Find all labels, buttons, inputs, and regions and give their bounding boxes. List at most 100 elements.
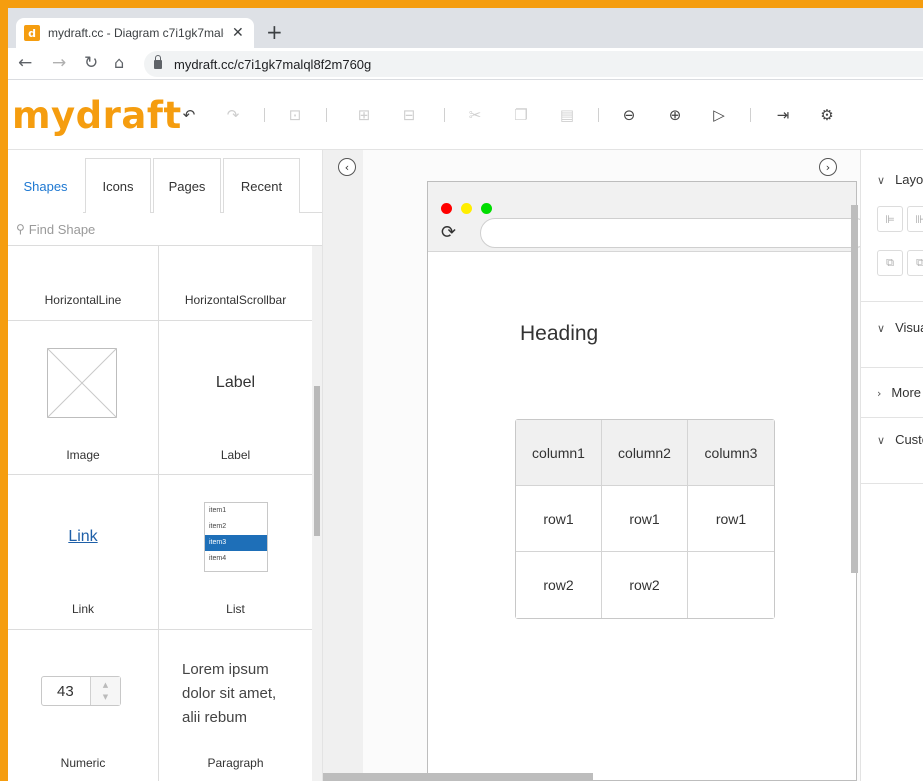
numeric-preview: 43 ▲ ▼ [41,676,121,706]
scrollbar-thumb[interactable] [314,386,320,536]
list-preview-item: item2 [209,523,227,530]
table-header-row: column1 column2 column3 [516,420,774,486]
list-preview-item: item1 [209,507,227,514]
close-dot-icon [441,203,452,214]
table-cell [688,552,774,618]
image-placeholder-icon [47,348,117,418]
shape-link[interactable]: Link Link [8,475,159,630]
new-tab-icon[interactable]: + [266,20,283,44]
toolbar-divider [264,108,265,122]
tab-icons[interactable]: Icons [85,158,151,213]
section-header-custom[interactable]: ∨ Custom [877,432,923,447]
browser-tab[interactable]: d mydraft.cc - Diagram c7i1gk7malql8f2m7… [16,18,254,48]
shape-label: Image [66,448,100,462]
browser-toolbar: ← → ↻ ⌂ mydraft.cc/c7i1gk7malql8f2m760g [8,48,923,80]
find-shape-placeholder: Find Shape [28,221,96,237]
home-icon[interactable]: ⌂ [114,53,124,72]
chevron-down-icon: ∨ [877,174,886,187]
mockup-address-bar [480,218,870,248]
table-row: row2 row2 [516,552,774,618]
back-icon[interactable]: ← [18,53,32,73]
minimize-dot-icon [461,203,472,214]
mockup-titlebar: ⟳ [428,182,870,252]
table-header-cell: column3 [688,420,774,486]
align-center-icon[interactable]: ⊪ [907,206,923,232]
zoom-in-icon[interactable]: ⊕ [664,104,686,126]
section-header-layout[interactable]: ∨ Layout [877,172,923,187]
list-preview-item-selected: item3 [205,535,267,551]
shape-horizontalscrollbar[interactable]: HorizontalScrollbar [159,246,312,321]
reload-icon[interactable]: ↻ [84,53,98,73]
table-cell: row1 [516,486,602,552]
shape-label-item[interactable]: Label Label [159,321,312,475]
toolbar-divider [598,108,599,122]
tab-recent[interactable]: Recent [223,158,300,213]
send-backward-icon[interactable]: ⧉ [907,250,923,276]
properties-panel: ∨ Layout ⊫ ⊪ ⧉ ⧉ ∨ Visual › More ∨ Custom [860,150,923,781]
browser-window: d mydraft.cc - Diagram c7i1gk7malql8f2m7… [8,8,923,781]
collapse-left-panel-icon[interactable]: ‹ [338,158,356,176]
mydraft-favicon-icon: d [24,25,40,41]
address-bar[interactable]: mydraft.cc/c7i1gk7malql8f2m760g [144,51,923,77]
toolbar-divider [750,108,751,122]
canvas-vertical-scrollbar[interactable] [851,205,858,573]
section-label: Visual [895,320,923,335]
undo-icon[interactable]: ↶ [178,104,200,126]
shape-label: Numeric [60,756,106,770]
shape-label: HorizontalLine [44,293,122,307]
ungroup-icon[interactable]: ⊟ [398,104,420,126]
shape-paragraph[interactable]: Lorem ipsum dolor sit amet, alii rebum P… [159,630,312,781]
cut-icon[interactable]: ✂ [464,104,486,126]
label-preview: Label [215,374,256,391]
shape-horizontalline[interactable]: HorizontalLine [8,246,159,321]
table-cell: row2 [602,552,688,618]
paste-icon[interactable]: ▤ [556,104,578,126]
toolbar-divider [444,108,445,122]
chevron-down-icon: ∨ [877,322,886,335]
sidebar-tabs: Shapes Icons Pages Recent [8,158,322,213]
forward-icon[interactable]: → [52,53,66,73]
redo-icon[interactable]: ↷ [222,104,244,126]
group-icon[interactable]: ⊞ [353,104,375,126]
list-preview: item1 item2 item3 item4 [204,502,268,572]
zoom-out-icon[interactable]: ⊖ [618,104,640,126]
play-icon[interactable]: ▷ [708,104,730,126]
shapes-panel: Shapes Icons Pages Recent ⚲ Find Shape H… [8,150,323,781]
find-shape-input[interactable]: ⚲ Find Shape [8,213,322,246]
shapes-scrollbar[interactable] [312,246,322,781]
close-tab-icon[interactable]: ✕ [232,25,244,41]
settings-icon[interactable]: ⚙ [816,104,838,126]
chevron-down-icon: ∨ [877,434,886,447]
copy-icon[interactable]: ❐ [510,104,532,126]
list-preview-item: item4 [209,555,227,562]
table-cell: row2 [516,552,602,618]
export-icon[interactable]: ⇥ [772,104,794,126]
maximize-dot-icon [481,203,492,214]
lock-icon[interactable]: ⊡ [284,104,306,126]
shape-label: HorizontalScrollbar [184,293,287,307]
visual-section: ∨ Visual [861,302,923,368]
heading-shape[interactable]: Heading [520,322,598,346]
collapse-right-panel-icon[interactable]: › [819,158,837,176]
canvas-horizontal-scrollbar[interactable] [323,773,593,781]
section-label: More [891,385,922,400]
url-text: mydraft.cc/c7i1gk7malql8f2m760g [174,56,372,72]
shape-list[interactable]: item1 item2 item3 item4 List [159,475,312,630]
align-left-icon[interactable]: ⊫ [877,206,903,232]
section-header-visual[interactable]: ∨ Visual [877,320,923,335]
tab-pages[interactable]: Pages [153,158,221,213]
app-header: mydraft ↶ ↷ ⊡ ⊞ ⊟ ✂ ❐ ▤ ⊖ ⊕ ▷ ⇥ ⚙ [8,80,923,150]
section-label: Custom [895,432,923,447]
shape-image[interactable]: Image [8,321,159,475]
tab-shapes[interactable]: Shapes [8,158,83,213]
table-header-cell: column2 [602,420,688,486]
shape-label: Label [220,448,251,462]
table-shape[interactable]: column1 column2 column3 row1 row1 row1 r… [515,419,775,619]
browser-mockup-shape[interactable]: ⟳ Heading column1 column2 column3 row1 r… [427,181,870,781]
tab-title: mydraft.cc - Diagram c7i1gk7malql8f2m760… [48,26,224,40]
link-preview: Link [68,528,98,545]
bring-forward-icon[interactable]: ⧉ [877,250,903,276]
section-header-more[interactable]: › More [877,385,921,400]
shape-numeric[interactable]: 43 ▲ ▼ Numeric [8,630,159,781]
toolbar-divider [326,108,327,122]
